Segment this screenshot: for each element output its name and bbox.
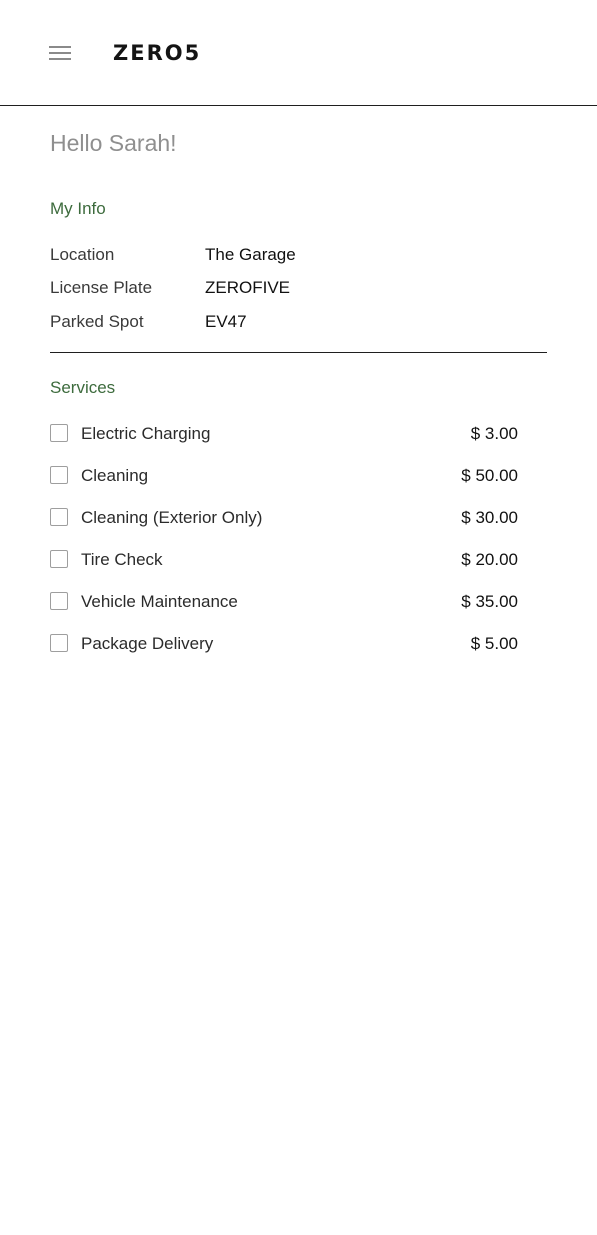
greeting-text: Hello Sarah! bbox=[50, 130, 177, 156]
service-price: $ 50.00 bbox=[461, 466, 518, 485]
services-title: Services bbox=[50, 378, 116, 397]
info-value: The Garage bbox=[205, 245, 296, 264]
service-row-package-delivery[interactable]: Package Delivery $ 5.00 bbox=[50, 632, 518, 656]
service-price: $ 20.00 bbox=[461, 550, 518, 569]
info-label: License Plate bbox=[50, 278, 153, 297]
service-label: Electric Charging bbox=[81, 424, 211, 443]
info-label: Location bbox=[50, 245, 115, 264]
service-checkbox[interactable] bbox=[50, 424, 68, 442]
service-price: $ 30.00 bbox=[461, 508, 518, 527]
info-label: Parked Spot bbox=[50, 312, 144, 331]
info-row-location: Location The Garage bbox=[50, 243, 547, 267]
section-divider bbox=[50, 352, 547, 353]
service-row-cleaning[interactable]: Cleaning $ 50.00 bbox=[50, 464, 518, 488]
service-row-vehicle-maintenance[interactable]: Vehicle Maintenance $ 35.00 bbox=[50, 590, 518, 614]
service-row-cleaning-exterior[interactable]: Cleaning (Exterior Only) $ 30.00 bbox=[50, 506, 518, 530]
service-price: $ 35.00 bbox=[461, 592, 518, 611]
service-checkbox[interactable] bbox=[50, 466, 68, 484]
info-row-license-plate: License Plate ZEROFIVE bbox=[50, 276, 547, 300]
service-row-tire-check[interactable]: Tire Check $ 20.00 bbox=[50, 548, 518, 572]
service-checkbox[interactable] bbox=[50, 592, 68, 610]
menu-bar bbox=[49, 46, 71, 48]
brand-logo[interactable]: ZERO5 bbox=[113, 38, 201, 68]
hamburger-menu-icon[interactable] bbox=[49, 44, 72, 62]
app-header: ZERO5 bbox=[0, 0, 597, 106]
service-checkbox[interactable] bbox=[50, 634, 68, 652]
info-row-parked-spot: Parked Spot EV47 bbox=[50, 310, 547, 334]
service-label: Tire Check bbox=[81, 550, 163, 569]
service-label: Cleaning bbox=[81, 466, 149, 485]
service-label: Cleaning (Exterior Only) bbox=[81, 508, 263, 527]
service-row-electric-charging[interactable]: Electric Charging $ 3.00 bbox=[50, 422, 518, 446]
service-label: Vehicle Maintenance bbox=[81, 592, 238, 611]
service-price: $ 5.00 bbox=[470, 634, 518, 653]
menu-bar bbox=[49, 58, 71, 60]
service-price: $ 3.00 bbox=[470, 424, 518, 443]
info-value: EV47 bbox=[205, 312, 247, 331]
my-info-title: My Info bbox=[50, 199, 106, 218]
service-label: Package Delivery bbox=[81, 634, 214, 653]
service-checkbox[interactable] bbox=[50, 550, 68, 568]
info-value: ZEROFIVE bbox=[205, 278, 291, 297]
menu-bar bbox=[49, 52, 71, 54]
service-checkbox[interactable] bbox=[50, 508, 68, 526]
